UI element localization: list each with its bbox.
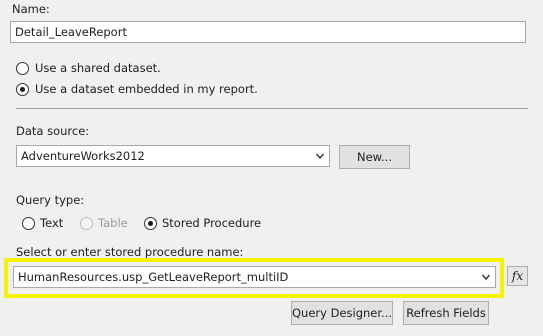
separator (16, 108, 528, 109)
radio-button-icon (16, 62, 29, 75)
query-designer-button[interactable]: Query Designer... (291, 301, 393, 325)
shared-dataset-option[interactable]: Use a shared dataset. (16, 61, 276, 77)
query-type-stored-procedure-option[interactable]: Stored Procedure (144, 216, 264, 232)
radio-button-icon (16, 83, 29, 96)
query-type-label: Query type: (16, 193, 85, 207)
data-source-value: AdventureWorks2012 (21, 149, 145, 163)
query-type-stored-procedure-label: Stored Procedure (162, 216, 262, 230)
shared-dataset-label: Use a shared dataset. (35, 61, 161, 75)
new-data-source-button[interactable]: New... (339, 145, 410, 169)
stored-procedure-label: Select or enter stored procedure name: (16, 245, 244, 259)
dropdown-arrow-icon (481, 274, 491, 281)
stored-procedure-dropdown[interactable]: HumanResources.usp_GetLeaveReport_multiI… (13, 266, 496, 288)
expression-fx-icon: fx (511, 269, 524, 283)
query-type-table-option[interactable]: Table (80, 216, 134, 232)
query-type-text-option[interactable]: Text (22, 216, 70, 232)
name-label: Name: (12, 2, 50, 16)
query-type-table-label: Table (98, 216, 128, 230)
embedded-dataset-option[interactable]: Use a dataset embedded in my report. (16, 82, 316, 98)
dropdown-arrow-icon (315, 153, 325, 160)
query-type-text-label: Text (40, 216, 64, 230)
expression-button[interactable]: fx (507, 266, 528, 286)
data-source-dropdown[interactable]: AdventureWorks2012 (16, 145, 330, 167)
refresh-fields-button[interactable]: Refresh Fields (403, 301, 489, 325)
data-source-label: Data source: (16, 124, 90, 138)
embedded-dataset-label: Use a dataset embedded in my report. (35, 82, 258, 96)
name-input[interactable]: Detail_LeaveReport (10, 21, 526, 43)
radio-button-icon (22, 217, 35, 230)
stored-procedure-value: HumanResources.usp_GetLeaveReport_multiI… (18, 270, 289, 284)
radio-button-icon (80, 217, 93, 230)
radio-button-icon (144, 217, 157, 230)
